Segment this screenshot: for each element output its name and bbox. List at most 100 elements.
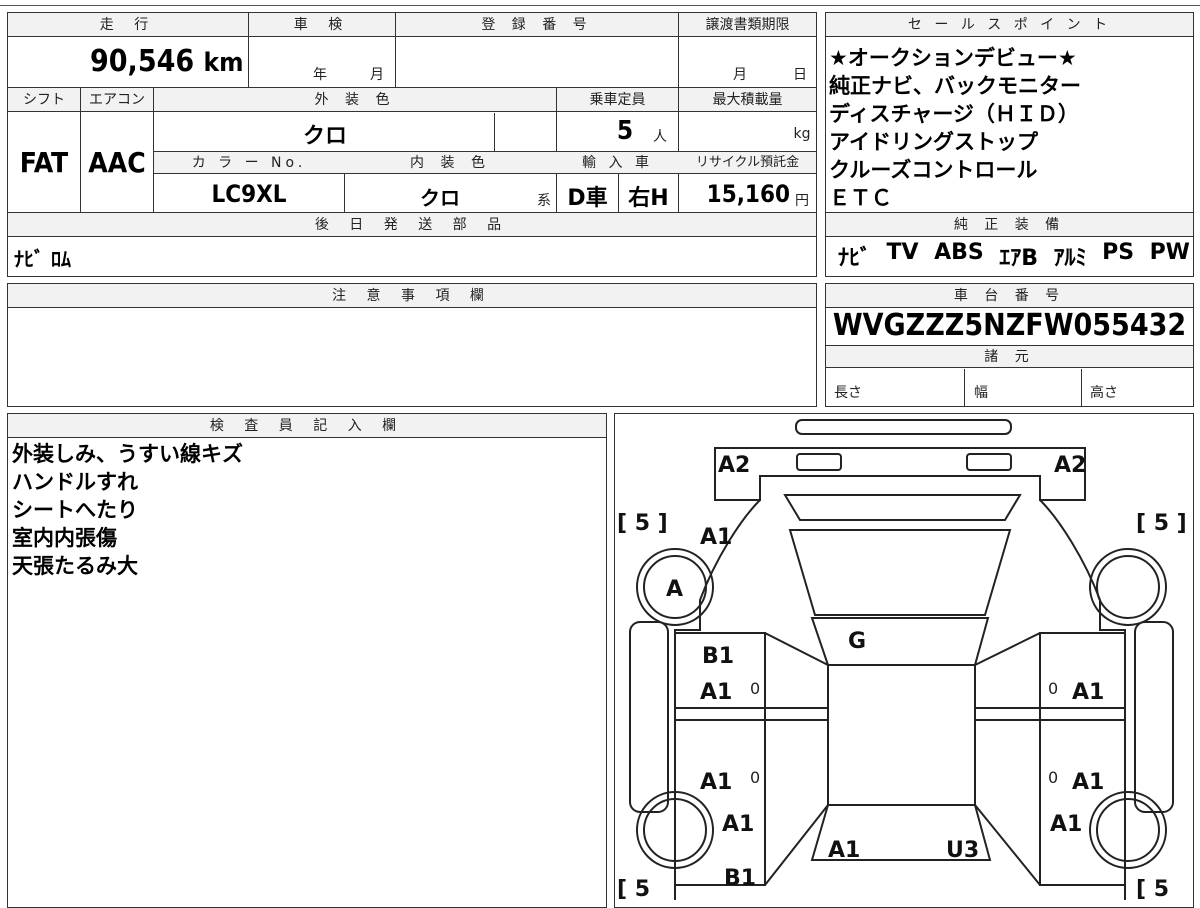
windshield-outline — [788, 529, 1012, 616]
capacity-value: 5 — [616, 116, 634, 146]
roof-outline — [827, 664, 976, 806]
mileage-label: 走 行 — [99, 17, 157, 33]
equipment-item: ﾅﾋﾞ — [838, 246, 872, 271]
max-load-label: 最大積載量 — [712, 92, 783, 108]
sales-point-line: クルーズコントロール — [829, 158, 1038, 182]
tyre-rear-right: [ 5 — [1136, 877, 1169, 900]
sales-point-line: ★オークションデビュー★ — [829, 46, 1077, 70]
mileage-number: 90,546 — [90, 44, 195, 79]
inspector-line: ハンドルすれ — [12, 470, 138, 494]
ac-label: エアコン — [89, 92, 145, 108]
mark-rear-fender-left: A1 — [722, 812, 754, 837]
notes-label: 注 意 事 項 欄 — [332, 288, 492, 304]
mark-front-right: A2 — [1054, 453, 1086, 478]
hood-outline — [783, 494, 1022, 521]
transfer-deadline-label: 譲渡書類期限 — [705, 17, 790, 33]
sales-point-line: 純正ナビ、バックモニター — [829, 74, 1081, 98]
headlight-left — [796, 453, 842, 471]
wheel-rear-right — [1089, 791, 1167, 869]
mark-rear-right: U3 — [946, 838, 979, 863]
mark-front-door-right: A1 — [1072, 680, 1104, 705]
tyre-front-right: [ 5 ] — [1136, 511, 1187, 536]
equipment-item: ABS — [934, 240, 984, 265]
inspection-month: 月 — [370, 67, 384, 83]
tyre-rear-left: [ 5 — [617, 877, 650, 900]
mark-zero: 0 — [750, 679, 760, 698]
tyre-front-left: [ 5 ] — [617, 511, 668, 536]
equipment-item: PS — [1102, 240, 1135, 265]
length-label: 長さ — [834, 385, 862, 401]
capacity-unit: 人 — [653, 129, 667, 145]
side-panel-right — [1134, 621, 1174, 813]
import-drive: D車 — [567, 186, 608, 211]
side-panel-left — [629, 621, 669, 813]
inspector-line: 外装しみ、うすい線キズ — [12, 442, 243, 466]
later-parts-label: 後 日 発 送 部 品 — [314, 217, 510, 233]
mark-front-left: A2 — [718, 453, 750, 478]
chassis-number: WVGZZZ5NZFW055432 — [832, 308, 1187, 343]
height-label: 高さ — [1090, 385, 1118, 401]
mark-zero: 0 — [1048, 768, 1058, 787]
sales-points-label: セ ー ル ス ポ イ ン ト — [907, 17, 1112, 33]
ac-value: AAC — [88, 146, 146, 179]
car-damage-diagram: A2 A2 A1 A G B1 A1 A1 A1 A1 A1 A1 A1 U3 … — [617, 419, 1187, 900]
color-no-value: LC9XL — [211, 180, 287, 208]
equipment-item: ｴｱB — [999, 246, 1039, 271]
interior-suffix: 系 — [537, 193, 551, 209]
mark-rear-fender-right: A1 — [1050, 812, 1082, 837]
interior-value: クロ — [420, 186, 460, 210]
inspector-line: 天張たるみ大 — [12, 554, 138, 578]
headlight-right — [966, 453, 1012, 471]
mark-wheel-a: A — [666, 577, 683, 602]
mark-front-door-left-1: B1 — [702, 644, 734, 669]
equipment-item: PW — [1149, 240, 1190, 265]
body-outline — [674, 499, 1126, 900]
mark-rear-door-right: A1 — [1072, 770, 1104, 795]
front-body-outline — [714, 447, 1086, 501]
capacity-label: 乗車定員 — [589, 92, 646, 108]
exterior-label: 外 装 色 — [314, 92, 396, 108]
mileage-value: 90,546 km — [90, 44, 250, 79]
import-label: 輸 入 車 — [582, 155, 653, 171]
mark-zero: 0 — [1048, 679, 1058, 698]
interior-label: 内 装 色 — [410, 155, 491, 171]
width-label: 幅 — [974, 385, 988, 401]
mark-hood-left: A1 — [700, 525, 732, 550]
sales-point-line: ディスチャージ（ＨＩＤ） — [829, 102, 1079, 126]
mark-zero: 0 — [750, 768, 760, 787]
sales-point-line: ＥＴＣ — [829, 186, 892, 210]
later-parts-value: ﾅﾋﾞ ﾛﾑ — [14, 247, 71, 271]
mark-rear-bottom-left: B1 — [724, 866, 756, 891]
exterior-value: クロ — [302, 124, 347, 149]
inspection-year: 年 — [313, 67, 327, 83]
inspector-line: シートへたり — [12, 498, 138, 522]
chassis-label: 車 台 番 号 — [953, 288, 1066, 304]
inspection-label: 車 検 — [293, 17, 351, 33]
mark-front-door-left-2: A1 — [700, 680, 732, 705]
recycle-value: 15,160 — [706, 180, 790, 208]
specs-label: 諸 元 — [984, 349, 1035, 365]
mark-windshield: G — [848, 629, 866, 654]
inspector-comments: 外装しみ、うすい線キズ ハンドルすれ シートへたり 室内内張傷 天張たるみ大 — [12, 440, 243, 580]
inspector-line: 室内内張傷 — [12, 526, 117, 550]
transfer-month: 月 — [733, 67, 747, 83]
top-crop-strip — [0, 0, 1200, 6]
transfer-day: 日 — [793, 67, 807, 83]
shift-value: FAT — [19, 146, 69, 179]
sales-points-list: ★オークションデビュー★ 純正ナビ、バックモニター ディスチャージ（ＨＩＤ） ア… — [829, 44, 1081, 212]
shift-label: シフト — [23, 92, 65, 108]
mark-rear-door-left: A1 — [700, 770, 732, 795]
load-unit: kg — [793, 126, 811, 142]
equipment-item: TV — [886, 240, 919, 265]
front-bumper-outline — [795, 419, 1012, 435]
inspector-label: 検 査 員 記 入 欄 — [209, 418, 405, 434]
equipment-list: ﾅﾋﾞ TV ABS ｴｱB ｱﾙﾐ PS PW — [838, 240, 1190, 272]
mileage-unit: km — [203, 48, 244, 78]
import-handle: 右H — [628, 186, 669, 211]
wheel-front-right — [1089, 548, 1167, 626]
registration-label: 登 録 番 号 — [481, 17, 593, 33]
equipment-item: ｱﾙﾐ — [1053, 246, 1087, 271]
color-no-label: カ ラ ー No. — [191, 155, 307, 171]
equipment-label: 純 正 装 備 — [953, 217, 1066, 233]
left-doors — [675, 632, 829, 886]
